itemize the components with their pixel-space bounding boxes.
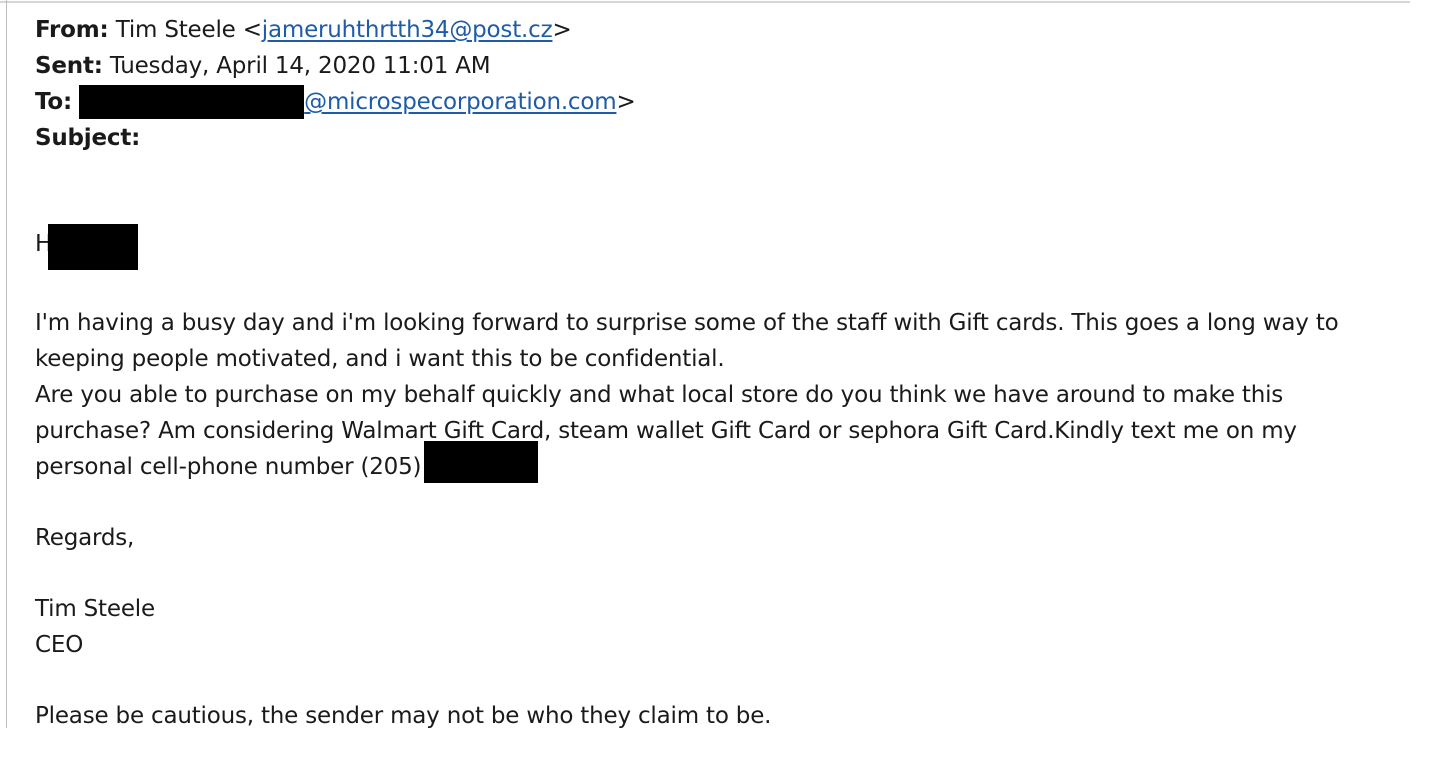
body-line-3: Are you able to purchase on my behalf qu…: [35, 382, 1284, 408]
email-body: Hi I'm having a busy day and i'm looking…: [35, 224, 1425, 734]
signature-title: CEO: [35, 632, 84, 658]
signature-name: Tim Steele: [35, 596, 155, 622]
phone-text: personal cell-phone number (205): [35, 454, 429, 480]
closing: Regards,: [35, 525, 135, 551]
to-redaction: [79, 85, 305, 119]
sent-label: Sent:: [35, 53, 103, 79]
phone-redaction: [424, 441, 539, 483]
top-divider: [0, 1, 1410, 3]
sent-row: Sent: Tuesday, April 14, 2020 11:01 AM: [35, 48, 636, 84]
from-address-close: >: [552, 17, 572, 43]
to-label: To:: [35, 89, 73, 115]
body-line-2: keeping people motivated, and i want thi…: [35, 346, 725, 372]
subject-label: Subject:: [35, 125, 141, 151]
greeting-redaction: [48, 224, 139, 270]
left-divider: [6, 0, 7, 728]
caution-warning: Please be cautious, the sender may not b…: [35, 703, 772, 729]
from-address-link[interactable]: jameruhthrtth34@post.cz: [262, 17, 553, 43]
email-header: From: Tim Steele <jameruhthrtth34@post.c…: [35, 12, 636, 156]
to-row: To: @microspecorporation.com>: [35, 84, 636, 120]
body-line-5: personal cell-phone number (205): [35, 441, 1425, 485]
to-address-link[interactable]: @microspecorporation.com: [304, 89, 616, 115]
body-line-4: purchase? Am considering Walmart Gift Ca…: [35, 418, 1297, 444]
body-line-1: I'm having a busy day and i'm looking fo…: [35, 310, 1339, 336]
to-address-close: >: [616, 89, 636, 115]
sent-value: Tuesday, April 14, 2020 11:01 AM: [109, 53, 491, 79]
subject-row: Subject:: [35, 120, 636, 156]
from-label: From:: [35, 17, 109, 43]
from-row: From: Tim Steele <jameruhthrtth34@post.c…: [35, 12, 636, 48]
from-name: Tim Steele <: [115, 17, 262, 43]
greeting-line: Hi: [35, 224, 1425, 270]
